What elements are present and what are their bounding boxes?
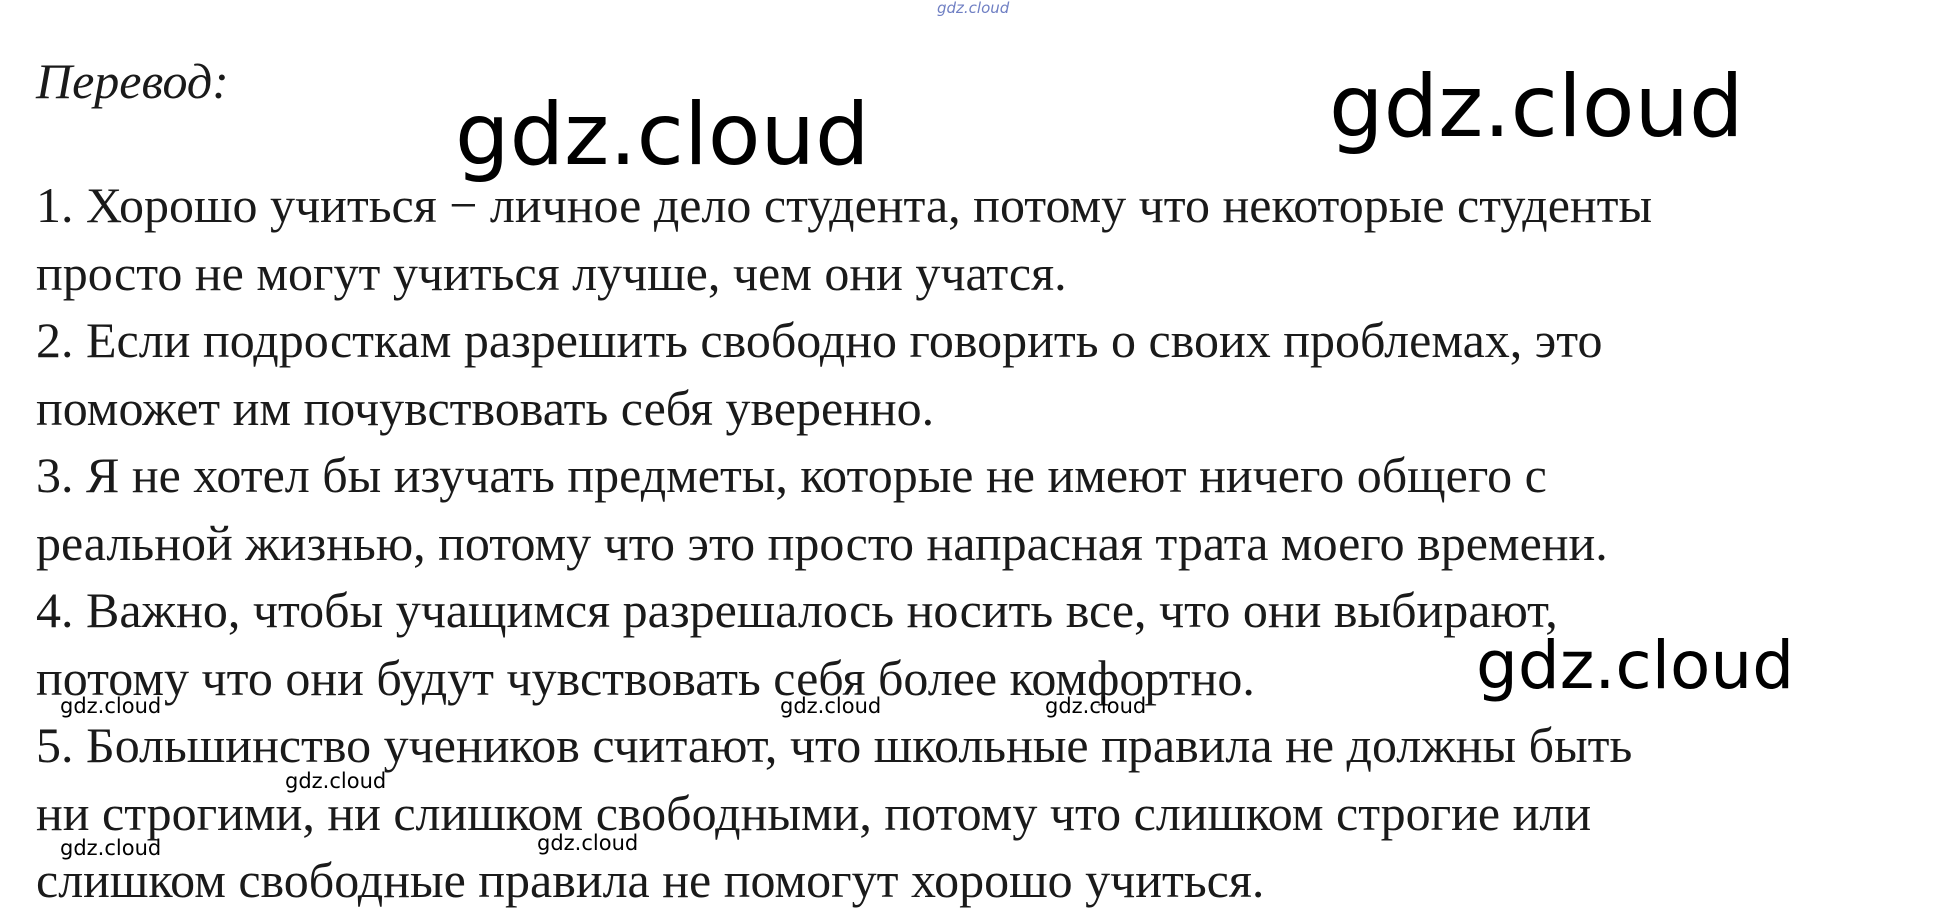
text-line-4: поможет им почувствовать себя уверенно.: [36, 379, 935, 436]
watermark-top: gdz.cloud: [937, 0, 1010, 17]
watermark-small: gdz.cloud: [285, 769, 387, 793]
text-line-2: просто не могут учиться лучше, чем они у…: [36, 244, 1067, 301]
watermark-large-left: gdz.cloud: [455, 85, 870, 185]
text-line-1: 1. Хорошо учиться − личное дело студента…: [36, 177, 1653, 233]
watermark-small: gdz.cloud: [60, 694, 162, 718]
translation-text: 1. Хорошо учиться − личное дело студента…: [36, 172, 1936, 915]
text-line-3: 2. Если подросткам разрешить свободно го…: [36, 312, 1603, 368]
translation-heading: Перевод:: [36, 53, 229, 109]
watermark-small: gdz.cloud: [1045, 694, 1147, 718]
text-line-11: слишком свободные правила не помогут хор…: [36, 852, 1265, 908]
text-line-5: 3. Я не хотел бы изучать предметы, котор…: [36, 447, 1547, 503]
text-line-6: реальной жизнью, потому что это просто н…: [36, 514, 1608, 571]
watermark-small: gdz.cloud: [537, 831, 639, 855]
watermark-small: gdz.cloud: [60, 836, 162, 860]
watermark-medium: gdz.cloud: [1476, 627, 1795, 704]
watermark-large-right: gdz.cloud: [1329, 57, 1744, 157]
watermark-small: gdz.cloud: [780, 694, 882, 718]
